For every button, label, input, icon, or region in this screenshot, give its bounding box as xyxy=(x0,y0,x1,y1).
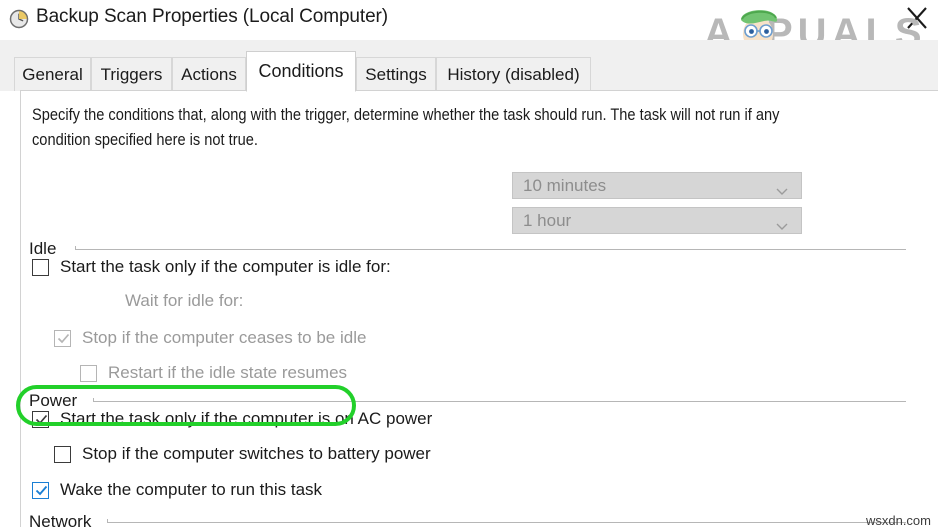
checkbox-label: Restart if the idle state resumes xyxy=(108,363,348,382)
checkbox-start-on-ac-power[interactable]: Start the task only if the computer is o… xyxy=(32,409,432,429)
checkbox-box[interactable] xyxy=(32,258,49,276)
tab-strip: General Triggers Actions Conditions Sett… xyxy=(0,40,938,92)
checkbox-box[interactable] xyxy=(54,445,71,463)
panel-description: Specify the conditions that, along with … xyxy=(32,105,780,149)
checkbox-start-if-idle[interactable]: Start the task only if the computer is i… xyxy=(32,257,391,277)
conditions-panel: Specify the conditions that, along with … xyxy=(20,90,938,531)
checkbox-box[interactable] xyxy=(32,410,49,428)
close-icon[interactable] xyxy=(897,2,937,34)
checkmark-icon xyxy=(35,414,48,424)
checkbox-stop-if-ceases-idle[interactable]: Stop if the computer ceases to be idle xyxy=(54,328,366,348)
clock-icon xyxy=(9,9,29,29)
tab-settings[interactable]: Settings xyxy=(356,57,436,91)
checkbox-label: Start the task only if the computer is o… xyxy=(60,409,433,428)
checkbox-label: Stop if the computer switches to battery… xyxy=(82,444,431,463)
tab-triggers[interactable]: Triggers xyxy=(91,57,172,91)
task-properties-window: Backup Scan Properties (Local Computer) … xyxy=(0,0,938,531)
chevron-down-icon xyxy=(776,183,788,201)
title-bar: Backup Scan Properties (Local Computer) xyxy=(0,0,938,40)
idle-duration-value: 10 minutes xyxy=(523,175,607,195)
checkmark-icon xyxy=(57,333,70,343)
wait-for-idle-label: Wait for idle for: xyxy=(125,291,244,310)
checkmark-icon xyxy=(35,485,48,495)
group-rule-network xyxy=(107,519,906,523)
checkbox-label: Start the task only if the computer is i… xyxy=(60,257,391,276)
checkbox-box[interactable] xyxy=(80,364,97,382)
checkbox-label: Wake the computer to run this task xyxy=(60,480,323,499)
checkbox-label: Stop if the computer ceases to be idle xyxy=(82,328,367,347)
checkbox-wake-computer[interactable]: Wake the computer to run this task xyxy=(32,480,322,500)
tab-conditions[interactable]: Conditions xyxy=(246,51,356,92)
checkbox-box[interactable] xyxy=(32,481,49,499)
checkbox-restart-if-idle-resumes[interactable]: Restart if the idle state resumes xyxy=(80,363,347,383)
footer-strip xyxy=(0,527,938,531)
checkbox-stop-on-battery[interactable]: Stop if the computer switches to battery… xyxy=(54,444,431,464)
group-rule-power xyxy=(93,398,906,402)
tab-actions[interactable]: Actions xyxy=(172,57,246,91)
footer-watermark: wsxdn.com xyxy=(865,513,931,528)
wait-duration-combo[interactable]: 1 hour xyxy=(512,207,802,234)
group-label-idle: Idle xyxy=(29,239,57,258)
group-label-power: Power xyxy=(29,391,78,410)
checkbox-box[interactable] xyxy=(54,329,71,347)
idle-duration-combo[interactable]: 10 minutes xyxy=(512,172,802,199)
tab-general[interactable]: General xyxy=(14,57,91,91)
tab-history[interactable]: History (disabled) xyxy=(436,57,591,91)
wait-duration-value: 1 hour xyxy=(523,210,572,230)
chevron-down-icon xyxy=(776,218,788,236)
group-rule-idle xyxy=(75,246,906,250)
window-title: Backup Scan Properties (Local Computer) xyxy=(36,6,388,27)
